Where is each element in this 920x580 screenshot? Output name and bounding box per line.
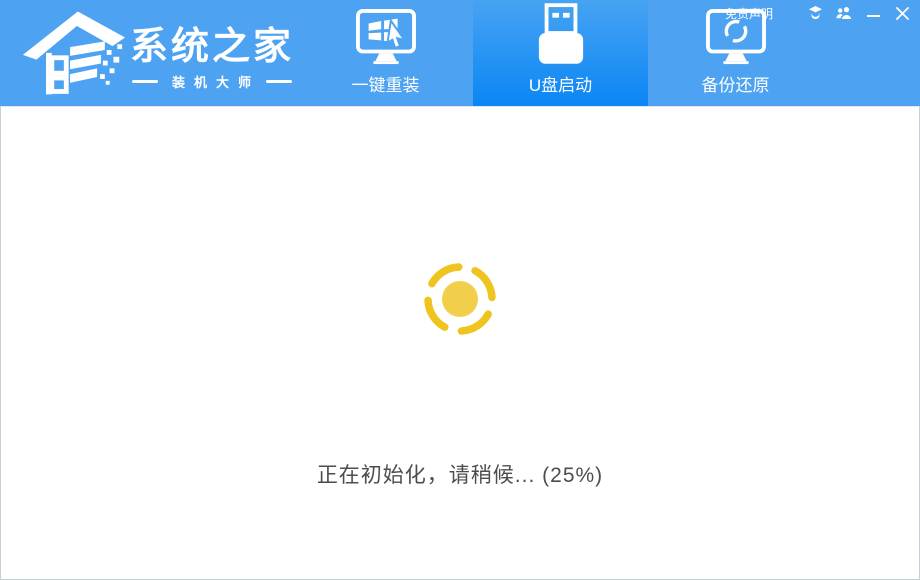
tab-label: U盘启动	[529, 71, 592, 96]
support-icon	[808, 6, 823, 20]
tab-label: 一键重装	[352, 71, 420, 96]
house-logo-icon	[20, 4, 126, 98]
app-window: 系统之家 装机大师	[0, 0, 920, 580]
disclaimer-link[interactable]: 免责声明	[725, 5, 773, 22]
app-subtitle: 装机大师	[172, 72, 260, 91]
minimize-button[interactable]	[864, 4, 882, 22]
minimize-icon	[867, 7, 880, 20]
tab-one-click-reinstall[interactable]: 一键重装	[298, 0, 473, 106]
users-button[interactable]	[835, 4, 853, 22]
app-title: 系统之家	[130, 24, 294, 70]
tab-usb-boot[interactable]: U盘启动	[473, 0, 648, 106]
logo-text: 系统之家 装机大师	[130, 12, 294, 91]
header: 系统之家 装机大师	[0, 0, 920, 106]
monitor-windows-icon	[355, 0, 417, 66]
close-button[interactable]	[893, 4, 911, 22]
users-icon	[836, 6, 852, 20]
status-text: 正在初始化，请稍候... (25%)	[1, 459, 919, 489]
titlebar-controls: 免责声明	[725, 4, 911, 22]
usb-drive-icon	[536, 0, 586, 66]
support-button[interactable]	[806, 4, 824, 22]
subtitle-right-dash	[266, 80, 292, 83]
subtitle-left-dash	[132, 80, 158, 83]
main-content: 正在初始化，请稍候... (25%)	[0, 106, 920, 580]
tab-label: 备份还原	[702, 71, 770, 96]
close-icon	[896, 7, 909, 20]
app-logo: 系统之家 装机大师	[20, 4, 294, 98]
app-subtitle-row: 装机大师	[130, 72, 294, 91]
loading-spinner-icon	[418, 257, 502, 341]
